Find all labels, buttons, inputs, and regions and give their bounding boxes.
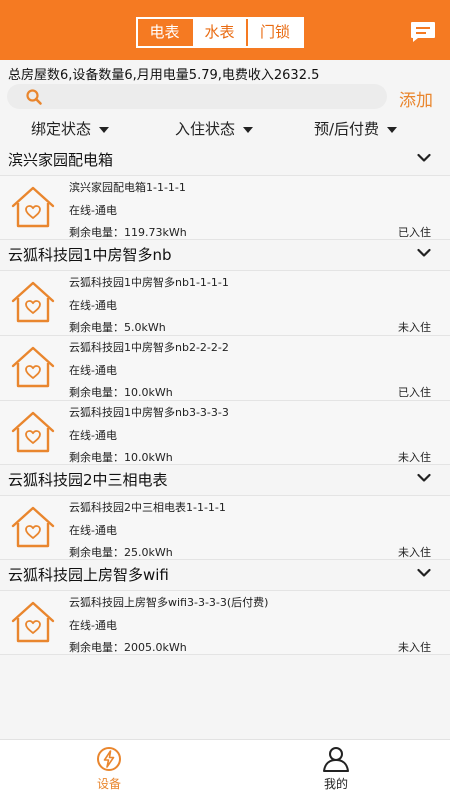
- tab-door-lock[interactable]: 门锁: [248, 19, 302, 46]
- house-icon: [11, 601, 55, 643]
- device-status: 在线-通电: [69, 299, 117, 312]
- device-row[interactable]: 云狐科技园上房智多wifi3-3-3-3(后付费) 在线-通电剩余电量：2005.…: [0, 590, 450, 655]
- group-title: 滨兴家园配电箱: [8, 151, 114, 169]
- house-icon: [11, 506, 55, 548]
- tab-water-meter[interactable]: 水表: [193, 19, 248, 46]
- remaining-power: 剩余电量：5.0kWh: [69, 319, 166, 335]
- device-status: 在线-通电: [69, 524, 117, 537]
- device-name: 滨兴家园配电箱1-1-1-1: [69, 181, 186, 194]
- group-title: 云狐科技园1中房智多nb: [8, 246, 172, 264]
- device-name: 云狐科技园1中房智多nb2-2-2-2: [69, 341, 229, 354]
- search-input[interactable]: [7, 84, 387, 109]
- group-header[interactable]: 滨兴家园配电箱: [0, 145, 450, 175]
- remaining-power-value: 2005.0kWh: [124, 641, 187, 654]
- caret-down-icon: [387, 126, 398, 133]
- group-header[interactable]: 云狐科技园1中房智多nb: [0, 240, 450, 270]
- chevron-down-icon[interactable]: [417, 248, 431, 258]
- remaining-power: 剩余电量：10.0kWh: [69, 384, 173, 400]
- caret-down-icon: [243, 126, 254, 133]
- filter-label: 绑定状态: [31, 120, 92, 138]
- chevron-down-icon[interactable]: [417, 473, 431, 483]
- remaining-power-value: 10.0kWh: [124, 451, 173, 464]
- remaining-power-value: 25.0kWh: [124, 546, 173, 559]
- filter-label: 预/后付费: [314, 120, 380, 138]
- device-name: 云狐科技园上房智多wifi3-3-3-3(后付费): [69, 596, 269, 609]
- tab-electric-meter[interactable]: 电表: [138, 19, 193, 46]
- occupancy-status: 未入住: [398, 546, 431, 559]
- chevron-down-icon[interactable]: [417, 153, 431, 163]
- remaining-power-label: 剩余电量：: [69, 386, 124, 399]
- add-button[interactable]: 添加: [399, 86, 433, 111]
- filter-payment-type[interactable]: 预/后付费: [314, 118, 398, 139]
- group-title: 云狐科技园上房智多wifi: [8, 566, 169, 584]
- caret-down-icon: [99, 126, 110, 133]
- person-icon: [323, 747, 349, 772]
- remaining-power-label: 剩余电量：: [69, 321, 124, 334]
- device-status: 在线-通电: [69, 364, 117, 377]
- device-name: 云狐科技园2中三相电表1-1-1-1: [69, 501, 226, 514]
- remaining-power: 剩余电量：25.0kWh: [69, 544, 173, 560]
- occupancy-status: 未入住: [398, 321, 431, 334]
- nav-mine-label: 我的: [323, 777, 348, 791]
- nav-device-label: 设备: [96, 777, 121, 791]
- occupancy-status: 已入住: [398, 386, 431, 399]
- filter-occupancy-status[interactable]: 入住状态: [175, 118, 254, 139]
- occupancy-status: 未入住: [398, 641, 431, 654]
- house-icon: [11, 281, 55, 323]
- device-name: 云狐科技园1中房智多nb1-1-1-1: [69, 276, 229, 289]
- summary-text: 总房屋数6,设备数量6,月用电量5.79,电费收入2632.5: [8, 68, 320, 83]
- occupancy-status: 已入住: [398, 226, 431, 239]
- group-header[interactable]: 云狐科技园上房智多wifi: [0, 560, 450, 590]
- device-row[interactable]: 云狐科技园1中房智多nb2-2-2-2 在线-通电剩余电量：10.0kWh 已入住: [0, 335, 450, 400]
- nav-mine[interactable]: 我的: [306, 746, 366, 792]
- remaining-power: 剩余电量：119.73kWh: [69, 224, 187, 240]
- bottom-nav: 设备 我的: [0, 739, 450, 800]
- chevron-down-icon[interactable]: [417, 568, 431, 578]
- meter-type-tabs: 电表 水表 门锁: [136, 17, 304, 48]
- remaining-power: 剩余电量：10.0kWh: [69, 449, 173, 465]
- remaining-power-value: 5.0kWh: [124, 321, 166, 334]
- group-header[interactable]: 云狐科技园2中三相电表: [0, 465, 450, 495]
- message-icon[interactable]: [410, 21, 436, 43]
- remaining-power-value: 10.0kWh: [124, 386, 173, 399]
- remaining-power-label: 剩余电量：: [69, 226, 124, 239]
- remaining-power-label: 剩余电量：: [69, 641, 124, 654]
- device-row[interactable]: 云狐科技园2中三相电表1-1-1-1 在线-通电剩余电量：25.0kWh 未入住: [0, 495, 450, 560]
- nav-device[interactable]: 设备: [79, 746, 139, 792]
- device-list: 滨兴家园配电箱 滨兴家园配电箱1-1-1-1 在线-通电 剩余电量：119.73kWh…: [0, 145, 450, 655]
- lightning-icon: [97, 747, 121, 771]
- remaining-power-label: 剩余电量：: [69, 546, 124, 559]
- house-icon: [11, 346, 55, 388]
- device-status: 在线-通电: [69, 619, 117, 632]
- device-status: 在线-通电: [69, 204, 117, 217]
- house-icon: [11, 186, 55, 228]
- remaining-power-label: 剩余电量：: [69, 451, 124, 464]
- search-icon: [26, 89, 42, 105]
- occupancy-status: 未入住: [398, 451, 431, 464]
- device-row[interactable]: 云狐科技园1中房智多nb1-1-1-1 在线-通电剩余电量：5.0kWh 未入住: [0, 270, 450, 335]
- top-bar: 电表 水表 门锁: [0, 0, 450, 60]
- filter-label: 入住状态: [175, 120, 236, 138]
- house-icon: [11, 411, 55, 453]
- device-name: 云狐科技园1中房智多nb3-3-3-3: [69, 406, 229, 419]
- remaining-power: 剩余电量：2005.0kWh: [69, 639, 187, 655]
- device-row[interactable]: 云狐科技园1中房智多nb3-3-3-3 在线-通电剩余电量：10.0kWh 未入住: [0, 400, 450, 465]
- filter-bar: 绑定状态 入住状态 预/后付费: [0, 118, 450, 142]
- filter-binding-status[interactable]: 绑定状态: [31, 118, 110, 139]
- device-status: 在线-通电: [69, 429, 117, 442]
- remaining-power-value: 119.73kWh: [124, 226, 187, 239]
- group-title: 云狐科技园2中三相电表: [8, 471, 168, 489]
- device-row[interactable]: 滨兴家园配电箱1-1-1-1 在线-通电剩余电量：119.73kWh 已入住: [0, 175, 450, 240]
